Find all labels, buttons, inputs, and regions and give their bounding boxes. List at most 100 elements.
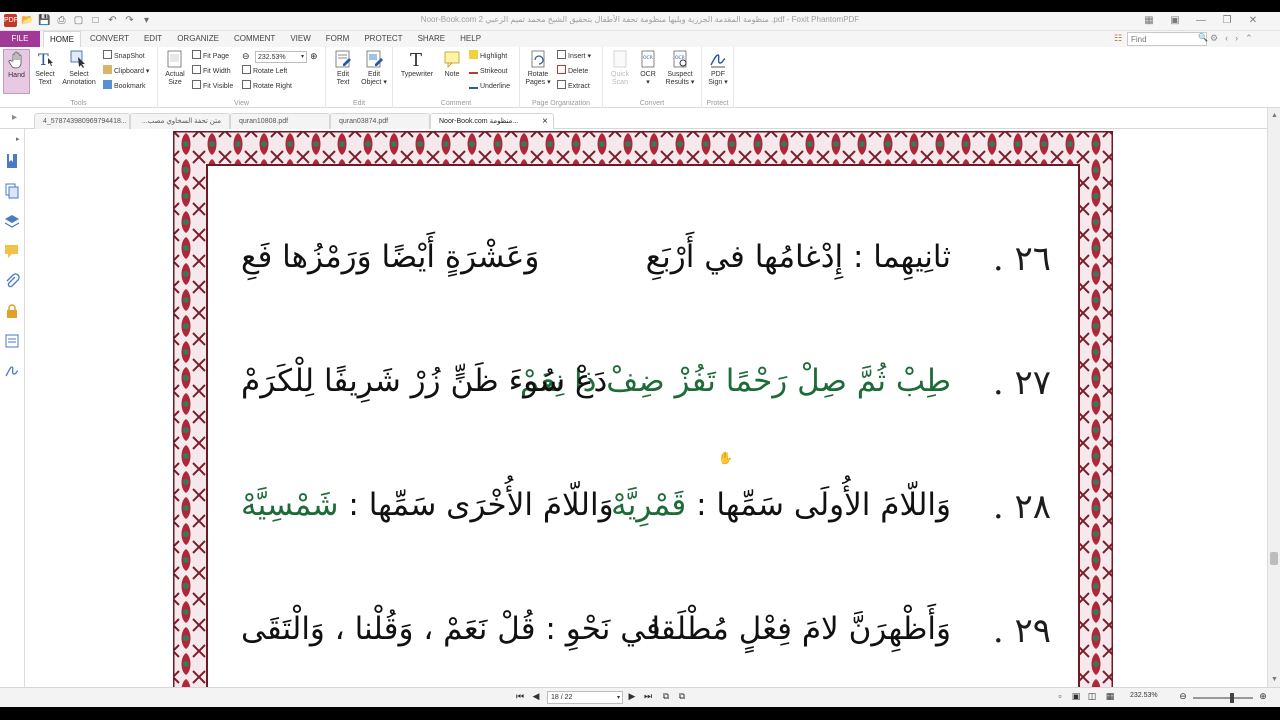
open-icon[interactable]: 📂 (21, 14, 34, 27)
find-options-icon[interactable]: ☷ (1114, 33, 1125, 44)
doc-tab-2[interactable]: متن تحفة السخاوي مصب... (130, 113, 230, 129)
tab-comment[interactable]: COMMENT (228, 31, 281, 48)
typewriter-button[interactable]: T Typewriter (398, 49, 436, 79)
security-panel-icon[interactable] (4, 303, 20, 319)
doc-tab-4[interactable]: quran03874.pdf (330, 113, 430, 129)
ocr-button[interactable]: OCR OCR ▾ (636, 49, 660, 87)
close-tab-icon[interactable]: × (542, 114, 548, 129)
attachments-panel-icon[interactable] (4, 273, 20, 289)
select-annotation-button[interactable]: Select Annotation (60, 49, 98, 87)
tab-list-icon[interactable]: ▸ (12, 112, 17, 123)
pdf-sign-button[interactable]: PDF Sign ▾ (705, 49, 731, 87)
continuous-page-icon[interactable]: ▣ (1070, 691, 1082, 702)
insert-button[interactable]: Insert ▾ (557, 50, 591, 63)
zoom-out-icon[interactable]: ⊖ (242, 50, 250, 63)
zoom-in-icon[interactable]: ⊕ (310, 50, 318, 63)
rotate-pages-button[interactable]: Rotate Pages ▾ (523, 49, 553, 87)
highlight-button[interactable]: Highlight (469, 50, 507, 63)
next-result-icon[interactable]: › (1235, 33, 1238, 44)
previous-page-icon[interactable]: ◀ (530, 691, 542, 702)
scan-icon[interactable]: ▢ (72, 14, 85, 27)
fit-page-button[interactable]: Fit Page (192, 50, 229, 63)
previous-view-icon[interactable]: ⧉ (660, 691, 672, 702)
search-icon[interactable]: 🔍 (1198, 33, 1208, 42)
snapshot-button[interactable]: SnapShot (103, 50, 145, 63)
actual-size-button[interactable]: Actual Size (162, 49, 188, 87)
expand-panel-icon[interactable]: ▸ (16, 135, 20, 143)
underline-button[interactable]: Underline (469, 80, 510, 93)
gear-icon[interactable]: ⚙ (1210, 33, 1218, 44)
zoom-slider[interactable] (1193, 693, 1253, 703)
tab-organize[interactable]: ORGANIZE (171, 31, 225, 48)
fit-visible-button[interactable]: Fit Visible (192, 80, 233, 93)
find-input[interactable] (1127, 32, 1207, 46)
document-view[interactable]: ٢٦ . ثانِيهِما : إِدْغامُها في أَرْبَعِ … (25, 129, 1267, 687)
rotate-left-button[interactable]: Rotate Left (242, 65, 287, 78)
first-page-icon[interactable]: ⏮ (514, 691, 526, 702)
tab-view[interactable]: VIEW (284, 31, 316, 48)
redo-icon[interactable]: ↷ (123, 14, 136, 27)
single-page-icon[interactable]: ▫ (1054, 691, 1066, 701)
zoom-in-icon[interactable]: ⊕ (1257, 691, 1269, 702)
layers-panel-icon[interactable] (4, 213, 20, 229)
scroll-down-icon[interactable]: ▼ (1271, 676, 1278, 683)
minimize-icon[interactable]: — (1194, 14, 1208, 28)
document-tab-bar: ▸ 4_578743980969794418... متن تحفة السخا… (0, 108, 1280, 129)
vertical-scrollbar[interactable]: ▲ ▼ (1267, 108, 1280, 687)
previous-result-icon[interactable]: ‹ (1225, 33, 1228, 44)
file-menu-button[interactable]: FILE (0, 31, 40, 47)
pdf-page: ٢٦ . ثانِيهِما : إِدْغامُها في أَرْبَعِ … (173, 131, 1113, 687)
facing-page-icon[interactable]: ◫ (1086, 691, 1098, 702)
quick-scan-button[interactable]: Quick Scan (606, 49, 634, 87)
extract-button[interactable]: Extract (557, 80, 590, 93)
restore-ribbon-icon[interactable]: ▣ (1168, 14, 1182, 28)
edit-object-button[interactable]: Edit Object ▾ (359, 49, 389, 87)
delete-button[interactable]: Delete (557, 65, 588, 78)
continuous-facing-icon[interactable]: ▦ (1104, 691, 1116, 702)
undo-icon[interactable]: ↶ (106, 14, 119, 27)
select-text-button[interactable]: T Select Text (32, 49, 58, 87)
document-icon[interactable]: □ (89, 14, 102, 27)
bookmark-button[interactable]: Bookmark (103, 80, 146, 93)
tab-form[interactable]: FORM (320, 31, 356, 48)
close-icon[interactable]: ✕ (1246, 14, 1260, 28)
scroll-thumb[interactable] (1270, 552, 1278, 565)
edit-text-button[interactable]: Edit Text (330, 49, 356, 87)
suspect-results-button[interactable]: OCR Suspect Results ▾ (662, 49, 698, 87)
last-page-icon[interactable]: ⏭ (642, 691, 654, 702)
page-number-input[interactable]: 18 / 22 ▾ (547, 691, 623, 704)
next-page-icon[interactable]: ▶ (626, 691, 638, 702)
ribbon-collapse-icon[interactable]: ⌃ (1245, 33, 1253, 44)
pages-panel-icon[interactable] (4, 183, 20, 199)
app-icon[interactable]: PDF (4, 14, 18, 27)
save-icon[interactable]: 💾 (38, 14, 51, 27)
tab-protect[interactable]: PROTECT (358, 31, 408, 48)
print-icon[interactable]: ⎙ (55, 14, 68, 27)
tab-convert[interactable]: CONVERT (84, 31, 135, 48)
zoom-out-icon[interactable]: ⊖ (1177, 691, 1189, 702)
layout-icon[interactable]: ▦ (1142, 14, 1156, 28)
next-view-icon[interactable]: ⧉ (676, 691, 688, 702)
rotate-right-button[interactable]: Rotate Right (242, 80, 292, 93)
clipboard-button[interactable]: Clipboard ▾ (103, 65, 149, 78)
scroll-up-icon[interactable]: ▲ (1271, 112, 1278, 119)
tab-edit[interactable]: EDIT (138, 31, 168, 48)
zoom-slider-knob[interactable] (1230, 693, 1234, 703)
signatures-panel-icon[interactable] (4, 363, 20, 379)
tab-help[interactable]: HELP (454, 31, 487, 48)
doc-tab-5-active[interactable]: Noor-Book.com منظومة... × (430, 113, 554, 129)
zoom-combo[interactable]: 232.53% ▾ (255, 51, 307, 63)
customize-icon[interactable]: ▾ (140, 14, 153, 27)
bookmarks-panel-icon[interactable] (4, 153, 20, 169)
doc-tab-3[interactable]: quran10808.pdf (230, 113, 330, 129)
doc-tab-1[interactable]: 4_578743980969794418... (34, 113, 130, 129)
hand-tool-button[interactable]: Hand (3, 49, 30, 94)
fit-width-button[interactable]: Fit Width (192, 65, 231, 78)
note-button[interactable]: Note (439, 49, 465, 79)
comments-panel-icon[interactable] (4, 243, 20, 259)
tab-share[interactable]: SHARE (412, 31, 452, 48)
maximize-icon[interactable]: ❐ (1220, 14, 1234, 28)
strikeout-button[interactable]: Strikeout (469, 65, 508, 78)
tab-home[interactable]: HOME (43, 31, 81, 48)
content-panel-icon[interactable] (4, 333, 20, 349)
